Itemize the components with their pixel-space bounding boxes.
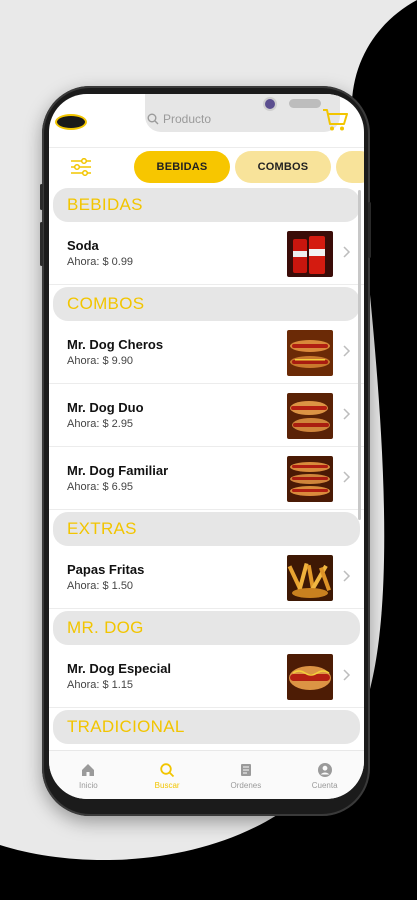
chevron-right-icon — [343, 345, 351, 357]
chevron-right-icon — [343, 408, 351, 420]
product-row[interactable]: Papas Fritas Ahora: $ 1.50 — [49, 546, 364, 609]
nav-cuenta[interactable]: Cuenta — [285, 751, 364, 799]
product-price: Ahora: $ 1.15 — [67, 679, 134, 691]
speaker-grille — [289, 99, 321, 108]
chevron-right-icon — [343, 669, 351, 681]
search-icon — [160, 762, 175, 777]
section-header-combos: COMBOS — [53, 287, 360, 321]
home-icon — [82, 763, 95, 776]
hotdog-thumbnail — [287, 456, 333, 502]
search-field[interactable]: Producto — [147, 112, 211, 126]
camera-lens — [263, 97, 277, 111]
account-icon — [317, 762, 332, 777]
chevron-right-icon — [343, 570, 351, 582]
product-row[interactable]: Soda Ahora: $ 0.99 — [49, 222, 364, 285]
phone-power-button — [368, 202, 371, 258]
soda-thumbnail — [287, 231, 333, 277]
orders-icon — [240, 763, 251, 776]
product-name: Papas Fritas — [67, 562, 145, 577]
nav-label: Cuenta — [311, 780, 338, 790]
product-price: Ahora: $ 9.90 — [67, 355, 134, 367]
product-row[interactable]: Mr. Dog Familiar Ahora: $ 6.95 — [49, 447, 364, 510]
app-screen: Producto BEBIDAS COMBOS BEBIDAS Soda Aho… — [49, 94, 364, 799]
section-header-extras: EXTRAS — [53, 512, 360, 546]
section-header-bebidas: BEBIDAS — [53, 188, 360, 222]
product-list[interactable]: BEBIDAS Soda Ahora: $ 0.99 COMBOS Mr. Do… — [49, 186, 364, 746]
chip-bebidas[interactable]: BEBIDAS — [134, 151, 230, 183]
chevron-right-icon — [343, 246, 351, 258]
product-name: Mr. Dog Cheros — [67, 337, 164, 352]
nav-label: Inicio — [79, 780, 98, 790]
product-price: Ahora: $ 1.50 — [67, 580, 134, 592]
cart-icon[interactable] — [322, 108, 348, 132]
product-name: Mr. Dog Duo — [67, 400, 144, 415]
product-name: Mr. Dog Especial — [67, 661, 172, 676]
scrollbar[interactable] — [358, 190, 361, 520]
filter-icon[interactable] — [70, 158, 92, 176]
fries-thumbnail — [287, 555, 333, 601]
header-divider — [49, 147, 364, 148]
product-price: Ahora: $ 0.99 — [67, 256, 134, 268]
search-placeholder: Producto — [163, 112, 212, 126]
product-price: Ahora: $ 6.95 — [67, 481, 134, 493]
product-price: Ahora: $ 2.95 — [67, 418, 134, 430]
nav-label: Buscar — [154, 780, 180, 790]
hotdog-thumbnail — [287, 393, 333, 439]
phone-side-button — [40, 184, 43, 210]
hotdog-thumbnail — [287, 654, 333, 700]
nav-label: Ordenes — [230, 780, 262, 790]
nav-buscar[interactable]: Buscar — [128, 751, 207, 799]
product-name: Mr. Dog Familiar — [67, 463, 169, 478]
chevron-right-icon — [343, 471, 351, 483]
brand-logo[interactable] — [55, 114, 87, 130]
chip-combos[interactable]: COMBOS — [235, 151, 331, 183]
product-name: Soda — [67, 238, 99, 253]
nav-ordenes[interactable]: Ordenes — [207, 751, 286, 799]
section-header-mr-dog: MR. DOG — [53, 611, 360, 645]
chip-more[interactable] — [336, 151, 364, 183]
bottom-navigation: Inicio Buscar Ordenes Cuenta — [49, 750, 364, 799]
product-row[interactable]: Mr. Dog Cheros Ahora: $ 9.90 — [49, 321, 364, 384]
hotdog-thumbnail — [287, 330, 333, 376]
phone-side-button — [40, 222, 43, 266]
product-row[interactable]: Mr. Dog Duo Ahora: $ 2.95 — [49, 384, 364, 447]
search-icon — [147, 113, 159, 125]
nav-inicio[interactable]: Inicio — [49, 751, 128, 799]
section-header-tradicional: TRADICIONAL — [53, 710, 360, 744]
product-row[interactable]: Mr. Dog Especial Ahora: $ 1.15 — [49, 645, 364, 708]
